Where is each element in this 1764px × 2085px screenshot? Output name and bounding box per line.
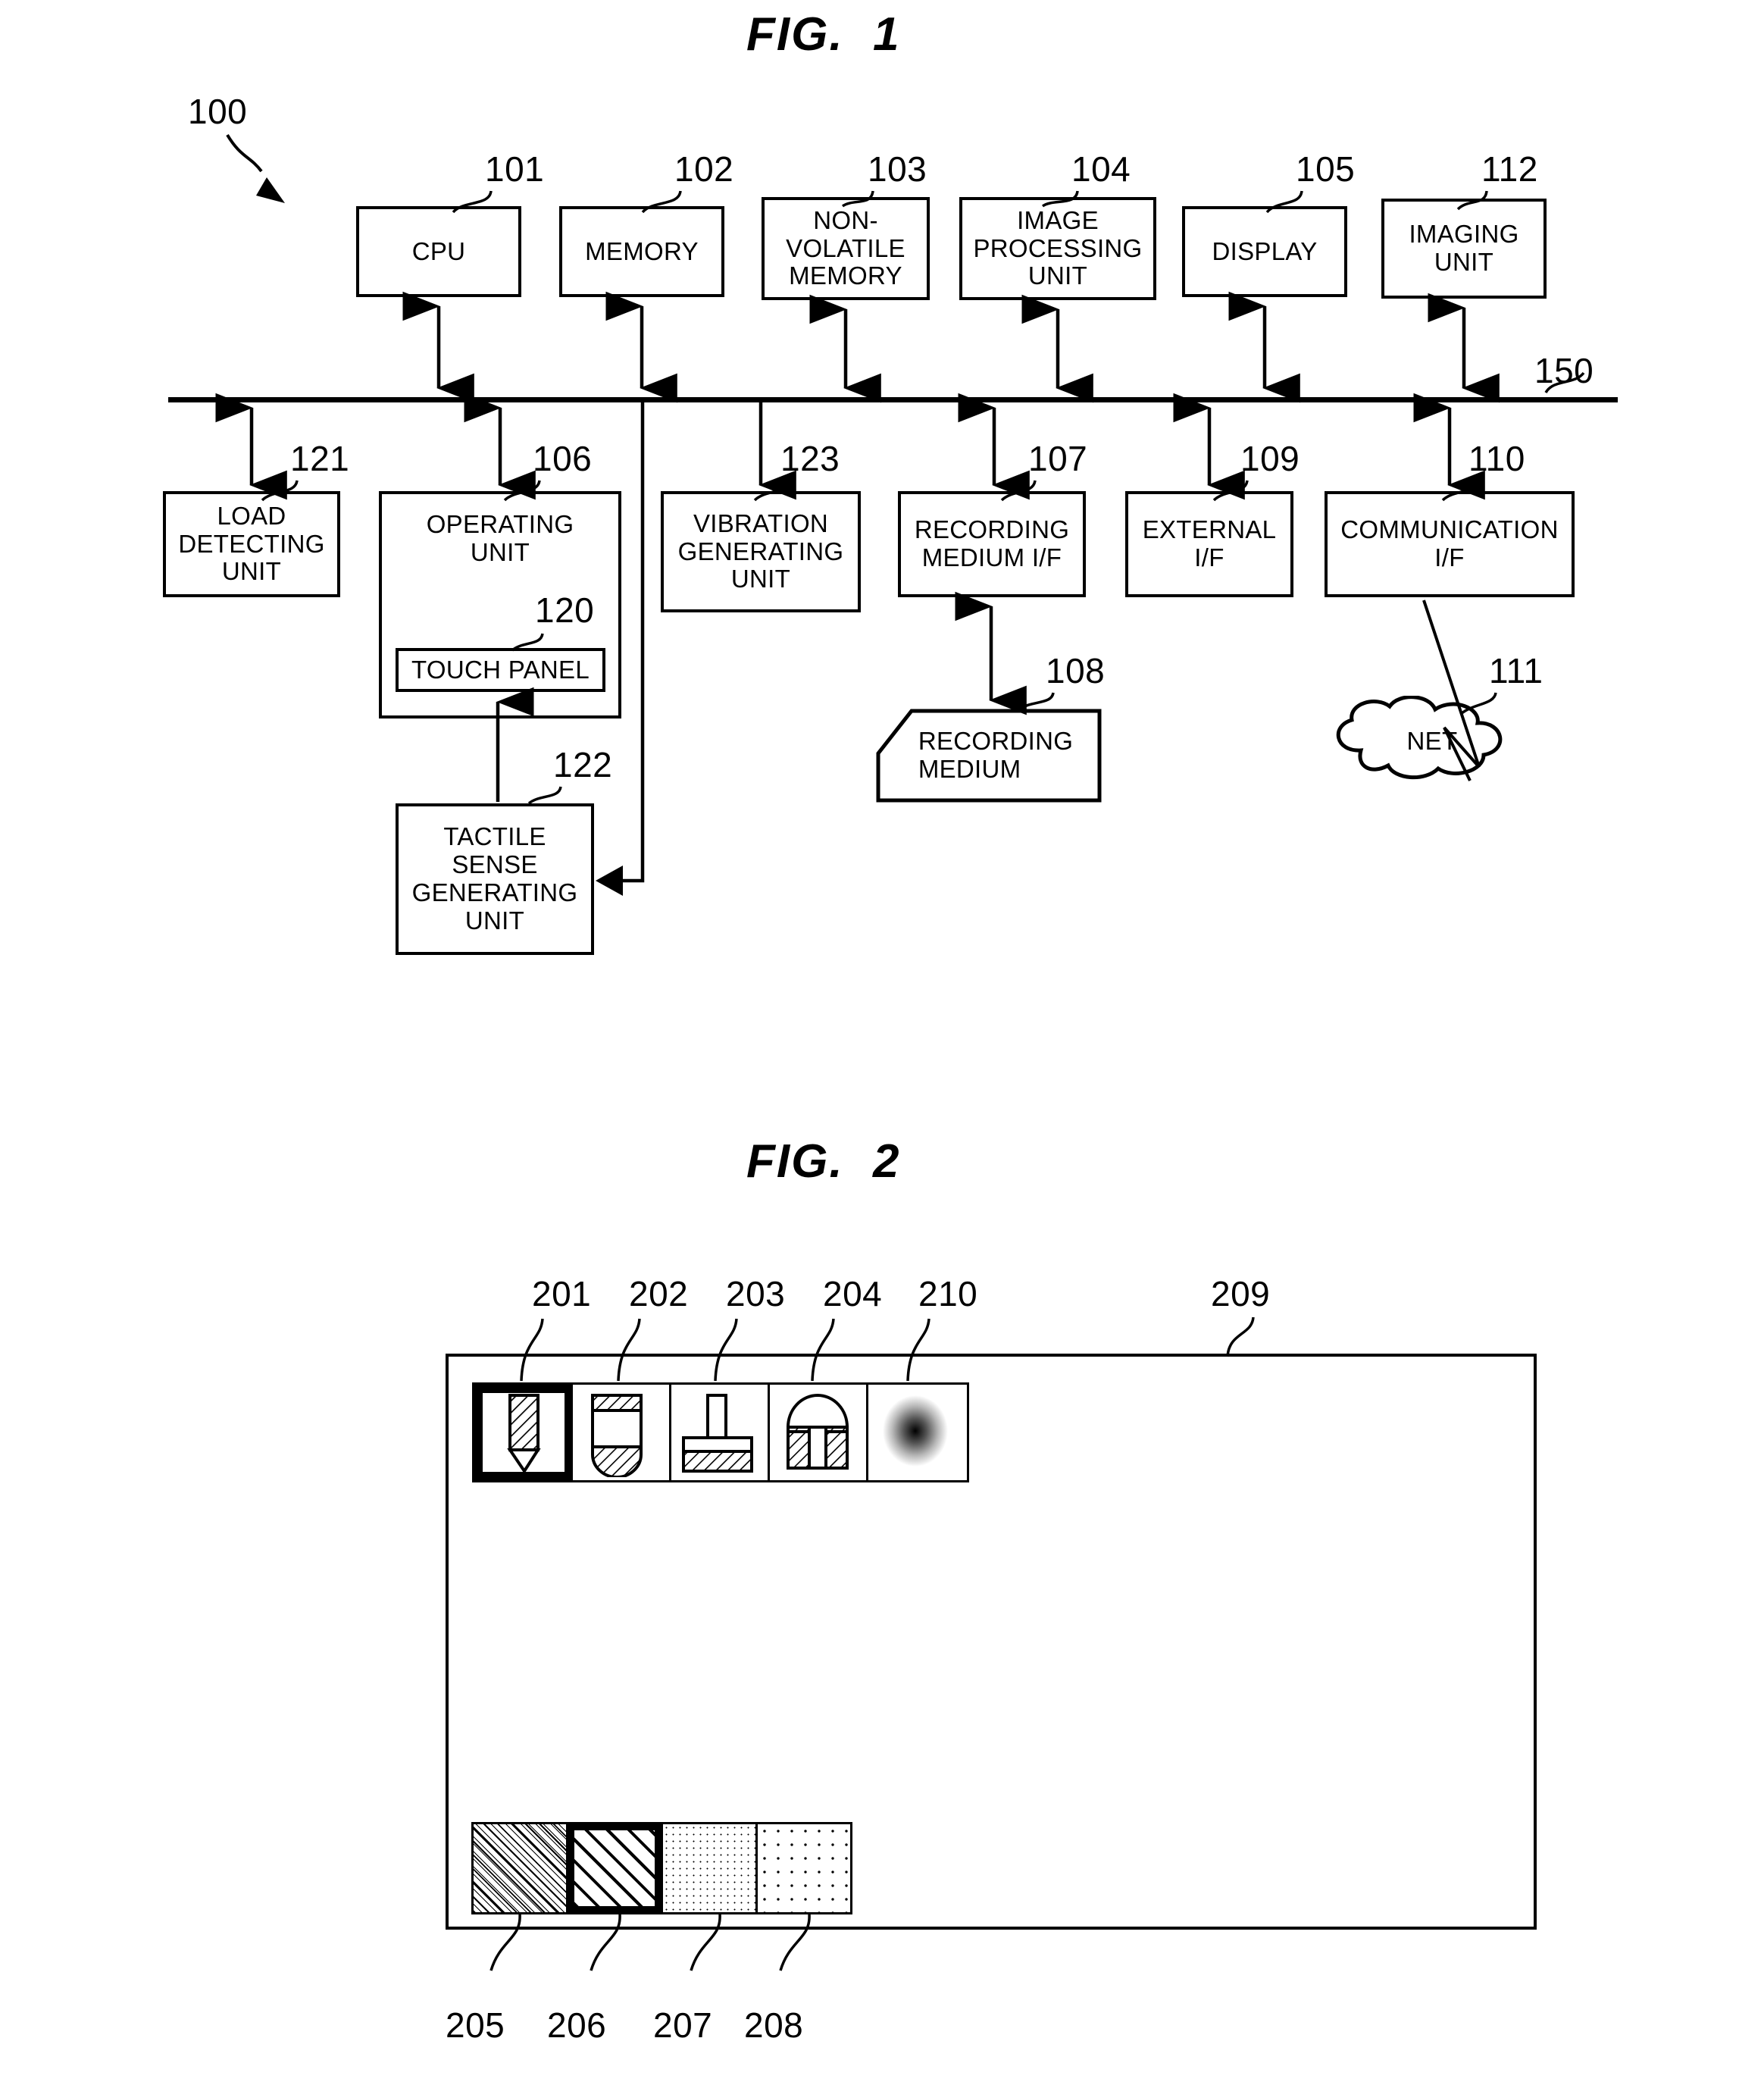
block-vibration-generating-unit: VIBRATION GENERATING UNIT	[661, 491, 861, 612]
ref-203: 203	[726, 1274, 786, 1313]
tool-palette	[472, 1382, 969, 1482]
block-memory: MEMORY	[559, 206, 724, 297]
block-communication-if-label: COMMUNICATION I/F	[1340, 515, 1559, 571]
ref-210: 210	[918, 1274, 978, 1313]
tool-button-pen[interactable]	[474, 1385, 573, 1480]
swatch-wide-diagonal-hatch[interactable]	[566, 1822, 663, 1914]
ref-101: 101	[485, 149, 545, 189]
block-cpu: CPU	[356, 206, 521, 297]
figure-1-title: FIG. 1	[746, 8, 901, 61]
ref-201: 201	[532, 1274, 592, 1313]
airbrush-icon	[883, 1395, 948, 1467]
tool-button-eraser[interactable]	[770, 1385, 868, 1480]
ref-110: 110	[1468, 439, 1525, 478]
block-display-label: DISPLAY	[1212, 236, 1318, 265]
block-non-volatile-memory-label: NON- VOLATILE MEMORY	[786, 205, 905, 290]
tool-button-airbrush[interactable]	[868, 1385, 967, 1480]
block-external-if-label: EXTERNAL I/F	[1142, 515, 1277, 571]
block-display: DISPLAY	[1182, 206, 1347, 297]
block-image-processing-unit-label: IMAGE PROCESSING UNIT	[973, 205, 1143, 290]
block-recording-medium: RECORDING MEDIUM	[875, 706, 1102, 805]
ref-123: 123	[780, 439, 840, 478]
swatch-fine-stipple[interactable]	[661, 1822, 758, 1914]
ref-121: 121	[290, 439, 350, 478]
block-imaging-unit: IMAGING UNIT	[1381, 199, 1547, 299]
swatch-coarse-stipple[interactable]	[755, 1822, 852, 1914]
block-tactile-sense-generating-unit-label: TACTILE SENSE GENERATING UNIT	[411, 822, 578, 934]
ref-205: 205	[446, 2005, 505, 2045]
ref-209-screen: 209	[1211, 1274, 1271, 1313]
net-cloud-label: NET	[1406, 727, 1458, 756]
tool-button-brush[interactable]	[671, 1385, 770, 1480]
pen-icon	[507, 1394, 541, 1474]
block-recording-medium-if-label: RECORDING MEDIUM I/F	[914, 515, 1070, 571]
ref-105: 105	[1296, 149, 1356, 189]
brush-icon	[682, 1394, 753, 1473]
block-recording-medium-label: RECORDING MEDIUM	[918, 727, 1074, 783]
tool-button-marker[interactable]	[573, 1385, 671, 1480]
block-touch-panel[interactable]: TOUCH PANEL	[396, 648, 605, 692]
ref-107: 107	[1028, 439, 1088, 478]
ref-208: 208	[744, 2005, 804, 2045]
ref-109: 109	[1240, 439, 1300, 478]
block-cpu-label: CPU	[411, 236, 466, 265]
ref-120: 120	[535, 590, 595, 630]
ref-207: 207	[653, 2005, 713, 2045]
block-recording-medium-if: RECORDING MEDIUM I/F	[898, 491, 1086, 597]
block-load-detecting-unit: LOAD DETECTING UNIT	[163, 491, 340, 597]
ref-104: 104	[1071, 149, 1131, 189]
block-image-processing-unit: IMAGE PROCESSING UNIT	[959, 197, 1156, 300]
ref-108: 108	[1046, 651, 1106, 690]
ref-112: 112	[1481, 149, 1538, 189]
ref-206: 206	[547, 2005, 607, 2045]
marker-icon	[591, 1394, 643, 1479]
block-imaging-unit-label: IMAGING UNIT	[1409, 220, 1519, 276]
block-communication-if: COMMUNICATION I/F	[1325, 491, 1575, 597]
block-non-volatile-memory: NON- VOLATILE MEMORY	[762, 197, 930, 300]
ref-102: 102	[674, 149, 734, 189]
block-memory-label: MEMORY	[585, 236, 699, 265]
figure-2-title: FIG. 2	[746, 1135, 901, 1188]
pattern-swatch-row	[471, 1822, 852, 1914]
block-touch-panel-label: TOUCH PANEL	[411, 655, 590, 684]
block-operating-unit-label: OPERATING UNIT	[426, 510, 574, 566]
ref-106: 106	[533, 439, 593, 478]
ref-150-bus: 150	[1534, 351, 1594, 390]
system-bus-150	[168, 397, 1618, 402]
ref-103: 103	[868, 149, 927, 189]
swatch-dense-diagonal-hatch[interactable]	[471, 1822, 568, 1914]
ref-100-system: 100	[188, 92, 248, 131]
block-vibration-generating-unit-label: VIBRATION GENERATING UNIT	[677, 509, 844, 593]
ref-111: 111	[1489, 651, 1544, 690]
block-load-detecting-unit-label: LOAD DETECTING UNIT	[178, 501, 325, 586]
block-external-if: EXTERNAL I/F	[1125, 491, 1293, 597]
block-tactile-sense-generating-unit: TACTILE SENSE GENERATING UNIT	[396, 803, 594, 955]
eraser-icon	[787, 1394, 849, 1470]
ref-202: 202	[629, 1274, 689, 1313]
patent-drawing-sheet: FIG. 1 100 CPU 101 MEMORY 102 NON- VOLAT…	[0, 0, 1764, 2085]
ref-204: 204	[823, 1274, 883, 1313]
net-cloud: NET	[1318, 696, 1546, 783]
ref-122: 122	[553, 745, 613, 784]
